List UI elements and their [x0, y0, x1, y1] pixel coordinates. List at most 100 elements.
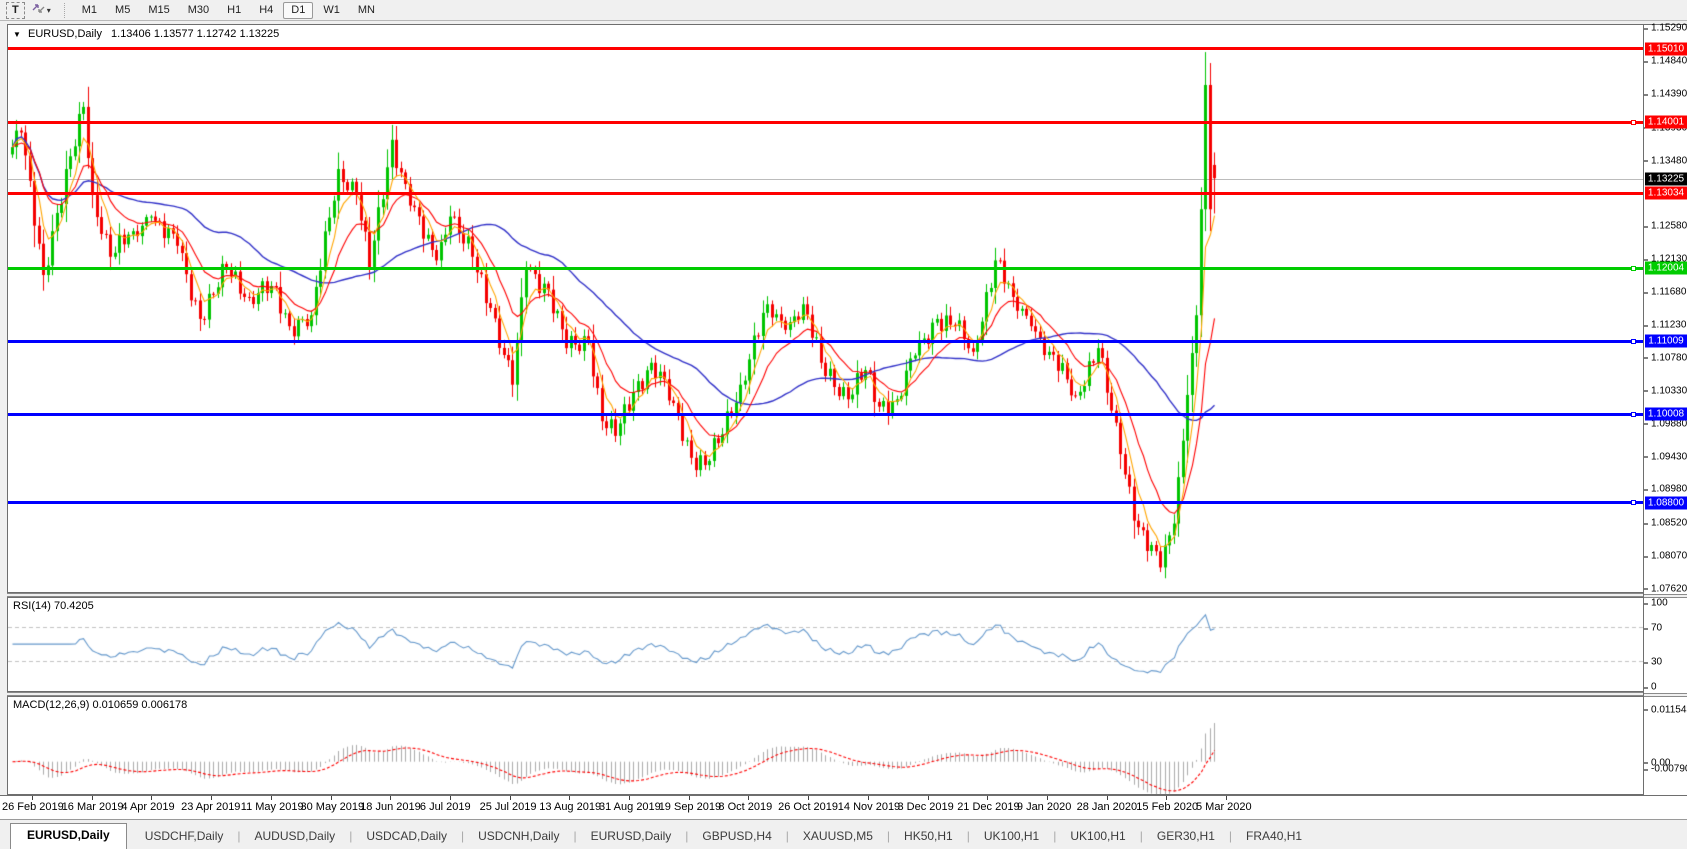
chart-tab-fra40-h1[interactable]: FRA40,H1 [1232, 825, 1316, 849]
chart-tab-gbpusd-h4[interactable]: GBPUSD,H4 [688, 825, 785, 849]
horizontal-line-1.11009[interactable] [8, 340, 1643, 343]
time-axis[interactable]: 26 Feb 201916 Mar 20194 Apr 201923 Apr 2… [0, 795, 1687, 819]
date-tick-label: 31 Aug 2019 [599, 801, 661, 813]
level-price-badge: 1.08800 [1645, 496, 1687, 509]
chart-tab-ger30-h1[interactable]: GER30,H1 [1143, 825, 1229, 849]
horizontal-line-1.08800[interactable] [8, 501, 1643, 504]
price-tick-label: 1.14390 [1651, 89, 1687, 100]
date-tick-label: 19 Sep 2019 [659, 801, 721, 813]
chart-tab-eurusd-daily[interactable]: EURUSD,Daily [10, 823, 127, 849]
chart-tab-uk100-h1[interactable]: UK100,H1 [970, 825, 1053, 849]
chart-tab-eurusd-daily[interactable]: EURUSD,Daily [577, 825, 686, 849]
horizontal-line-1.15010[interactable] [8, 47, 1643, 50]
rsi-tick-label: 0 [1651, 682, 1657, 693]
date-tick-label: 6 Jul 2019 [420, 801, 471, 813]
level-price-badge: 1.10008 [1645, 408, 1687, 421]
date-tick-label: 21 Dec 2019 [957, 801, 1019, 813]
timeframe-button-d1[interactable]: D1 [283, 2, 313, 19]
price-chart-pane[interactable]: ▼ EURUSD,Daily 1.13406 1.13577 1.12742 1… [7, 24, 1644, 593]
chart-tabs-bar: EURUSD,DailyUSDCHF,Daily|AUDUSD,Daily|US… [0, 819, 1687, 849]
date-tick-mark [987, 796, 988, 800]
text-tool-button[interactable]: T [6, 2, 25, 19]
date-tick-label: 9 Jan 2020 [1017, 801, 1071, 813]
timeframe-button-h4[interactable]: H4 [251, 2, 281, 19]
rsi-pane[interactable]: RSI(14) 70.4205 [7, 597, 1644, 692]
date-tick-label: 5 Mar 2020 [1196, 801, 1252, 813]
chart-tab-uk100-h1[interactable]: UK100,H1 [1056, 825, 1139, 849]
chart-symbol-label: EURUSD,Daily [28, 28, 102, 40]
horizontal-line-1.10008[interactable] [8, 413, 1643, 416]
line-handle[interactable] [1631, 339, 1636, 344]
date-tick-mark [92, 796, 93, 800]
tile-windows-button[interactable]: ▾ [27, 2, 56, 19]
timeframe-button-m1[interactable]: M1 [74, 2, 105, 19]
chart-tab-usdcad-daily[interactable]: USDCAD,Daily [352, 825, 461, 849]
date-tick-mark [629, 796, 630, 800]
date-tick-label: 3 Dec 2019 [898, 801, 954, 813]
timeframe-button-h1[interactable]: H1 [219, 2, 249, 19]
title-dropdown-icon[interactable]: ▼ [13, 30, 21, 39]
chart-tab-audusd-daily[interactable]: AUDUSD,Daily [241, 825, 350, 849]
date-tick-mark [510, 796, 511, 800]
date-tick-label: 26 Feb 2019 [2, 801, 64, 813]
timeframe-button-m5[interactable]: M5 [107, 2, 138, 19]
line-handle[interactable] [1631, 412, 1636, 417]
rsi-tick-label: 30 [1651, 657, 1662, 668]
line-handle[interactable] [1631, 120, 1636, 125]
price-tick-label: 1.08070 [1651, 551, 1687, 562]
date-tick-mark [271, 796, 272, 800]
rsi-tick-label: 70 [1651, 623, 1662, 634]
timeframe-button-w1[interactable]: W1 [315, 2, 348, 19]
horizontal-line-1.14001[interactable] [8, 121, 1643, 124]
timeframe-button-mn[interactable]: MN [350, 2, 383, 19]
line-handle[interactable] [1631, 500, 1636, 505]
price-tick-label: 1.08520 [1651, 518, 1687, 529]
date-tick-mark [748, 796, 749, 800]
price-tick-label: 1.14840 [1651, 56, 1687, 67]
date-tick-mark [32, 796, 33, 800]
axis-pane-divider [1644, 594, 1687, 598]
date-tick-mark [868, 796, 869, 800]
macd-indicator-label: MACD(12,26,9) 0.010659 0.006178 [13, 699, 187, 711]
date-tick-label: 28 Jan 2020 [1077, 801, 1138, 813]
macd-tick-label: -0.007908 [1651, 764, 1687, 775]
chart-tab-xauusd-m5[interactable]: XAUUSD,M5 [789, 825, 887, 849]
horizontal-line-1.12004[interactable] [8, 267, 1643, 270]
date-tick-label: 14 Nov 2019 [838, 801, 900, 813]
price-tick-label: 1.08980 [1651, 484, 1687, 495]
horizontal-line-1.13034[interactable] [8, 192, 1643, 195]
price-tick-label: 1.11230 [1651, 320, 1686, 331]
chart-tab-usdcnh-daily[interactable]: USDCNH,Daily [464, 825, 573, 849]
axis-pane-divider [1644, 693, 1687, 697]
date-tick-mark [151, 796, 152, 800]
tile-windows-icon [32, 2, 45, 19]
date-tick-mark [1107, 796, 1108, 800]
date-tick-mark [390, 796, 391, 800]
date-tick-mark [211, 796, 212, 800]
macd-canvas[interactable] [8, 697, 1643, 794]
date-tick-label: 26 Oct 2019 [778, 801, 838, 813]
pane-splitter[interactable] [7, 593, 1644, 597]
timeframe-button-m15[interactable]: M15 [140, 2, 177, 19]
timeframe-button-m30[interactable]: M30 [180, 2, 217, 19]
chart-tab-hk50-h1[interactable]: HK50,H1 [890, 825, 967, 849]
macd-pane[interactable]: MACD(12,26,9) 0.010659 0.006178 [7, 696, 1644, 795]
level-price-badge: 1.14001 [1645, 116, 1687, 129]
price-axis[interactable]: 1.152901.148401.143901.139301.134801.125… [1643, 24, 1687, 795]
date-tick-mark [331, 796, 332, 800]
rsi-canvas[interactable] [8, 598, 1643, 691]
candlestick-canvas[interactable] [8, 25, 1643, 592]
price-tick-label: 1.09430 [1651, 451, 1687, 462]
pane-splitter[interactable] [7, 692, 1644, 696]
date-tick-label: 8 Oct 2019 [718, 801, 772, 813]
price-tick-label: 1.11680 [1651, 287, 1686, 298]
top-toolbar: T ▾ M1M5M15M30H1H4D1W1MN [0, 0, 1687, 21]
price-tick-label: 1.07620 [1651, 583, 1687, 594]
rsi-tick-label: 100 [1651, 598, 1668, 609]
date-tick-label: 15 Feb 2020 [1136, 801, 1198, 813]
chart-tab-usdchf-daily[interactable]: USDCHF,Daily [131, 825, 238, 849]
line-handle[interactable] [1631, 266, 1636, 271]
price-tick-label: 1.10780 [1651, 352, 1687, 363]
bid-price-badge: 1.13225 [1645, 173, 1687, 186]
level-price-badge: 1.15010 [1645, 42, 1687, 55]
